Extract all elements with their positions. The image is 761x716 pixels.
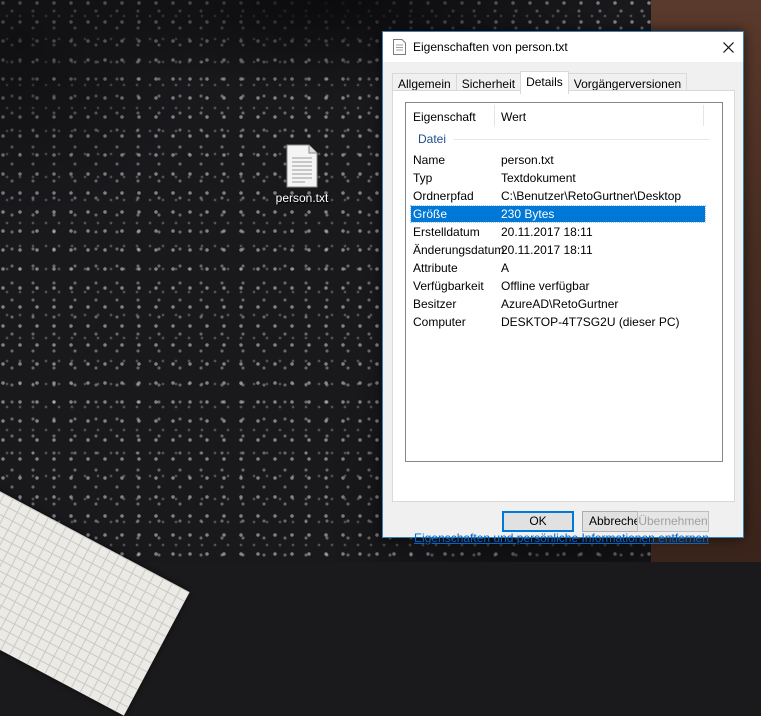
property-row-besitzer[interactable]: Besitzer AzureAD\RetoGurtner — [411, 296, 705, 312]
property-row-typ[interactable]: Typ Textdokument — [411, 170, 705, 186]
property-row-verfuegbarkeit[interactable]: Verfügbarkeit Offline verfügbar — [411, 278, 705, 294]
property-value: 230 Bytes — [501, 207, 555, 221]
property-key: Größe — [413, 207, 448, 221]
details-panel: Eigenschaft Wert Datei Name person.txt T… — [392, 90, 735, 545]
property-key: Ordnerpfad — [413, 189, 474, 203]
property-value: 20.11.2017 18:11 — [501, 225, 593, 239]
property-value: A — [501, 261, 510, 275]
remove-properties-link[interactable]: Eigenschaften und persönliche Informatio… — [414, 531, 709, 545]
property-value: Textdokument — [501, 171, 576, 185]
property-row-erstelldatum[interactable]: Erstelldatum 20.11.2017 18:11 — [411, 224, 705, 240]
column-divider[interactable] — [703, 105, 704, 126]
group-header-datei[interactable]: Datei — [418, 132, 446, 146]
property-key: Besitzer — [413, 297, 457, 311]
property-row-name[interactable]: Name person.txt — [411, 152, 705, 168]
property-row-groesse[interactable]: Größe 230 Bytes — [410, 205, 706, 223]
property-key: Typ — [413, 171, 433, 185]
property-row-computer[interactable]: Computer DESKTOP-4T7SG2U (dieser PC) — [411, 314, 705, 330]
close-icon — [722, 42, 734, 53]
property-key: Änderungsdatum — [413, 243, 505, 257]
text-file-icon — [286, 144, 318, 188]
property-key: Name — [413, 153, 446, 167]
property-value: person.txt — [501, 153, 554, 167]
property-row-aenderungsdatum[interactable]: Änderungsdatum 20.11.2017 18:11 — [411, 242, 705, 258]
list-header: Eigenschaft Wert — [406, 103, 722, 128]
column-divider[interactable] — [494, 105, 495, 126]
close-button[interactable] — [713, 32, 743, 62]
dialog-title: Eigenschaften von person.txt — [413, 40, 568, 54]
property-value: Offline verfügbar — [501, 279, 590, 293]
property-key: Erstelldatum — [413, 225, 480, 239]
column-header-eigenschaft[interactable]: Eigenschaft — [413, 110, 476, 124]
group-divider — [454, 139, 710, 140]
tab-bar: Allgemein Sicherheit Details Vorgängerve… — [392, 71, 688, 94]
ok-button[interactable]: OK — [502, 511, 574, 532]
property-value: AzureAD\RetoGurtner — [501, 297, 619, 311]
tab-details[interactable]: Details — [520, 71, 569, 94]
property-value: C:\Benutzer\RetoGurtner\Desktop — [501, 189, 682, 203]
apply-button[interactable]: Übernehmen — [637, 511, 709, 532]
property-key: Verfügbarkeit — [413, 279, 484, 293]
property-value: 20.11.2017 18:11 — [501, 243, 593, 257]
dialog-titlebar[interactable]: Eigenschaften von person.txt — [383, 32, 743, 62]
column-header-wert[interactable]: Wert — [501, 110, 526, 124]
properties-list[interactable]: Eigenschaft Wert Datei Name person.txt T… — [405, 102, 723, 462]
property-row-ordnerpfad[interactable]: Ordnerpfad C:\Benutzer\RetoGurtner\Deskt… — [411, 188, 705, 204]
desktop-icon-label: person.txt — [275, 191, 329, 205]
property-value: DESKTOP-4T7SG2U (dieser PC) — [501, 315, 680, 329]
properties-dialog: Eigenschaften von person.txt Allgemein S… — [382, 31, 744, 545]
property-row-attribute[interactable]: Attribute A — [411, 260, 705, 276]
desktop-file-person-txt[interactable]: person.txt — [268, 144, 336, 205]
text-file-icon — [393, 39, 406, 55]
property-key: Attribute — [413, 261, 458, 275]
property-key: Computer — [413, 315, 466, 329]
